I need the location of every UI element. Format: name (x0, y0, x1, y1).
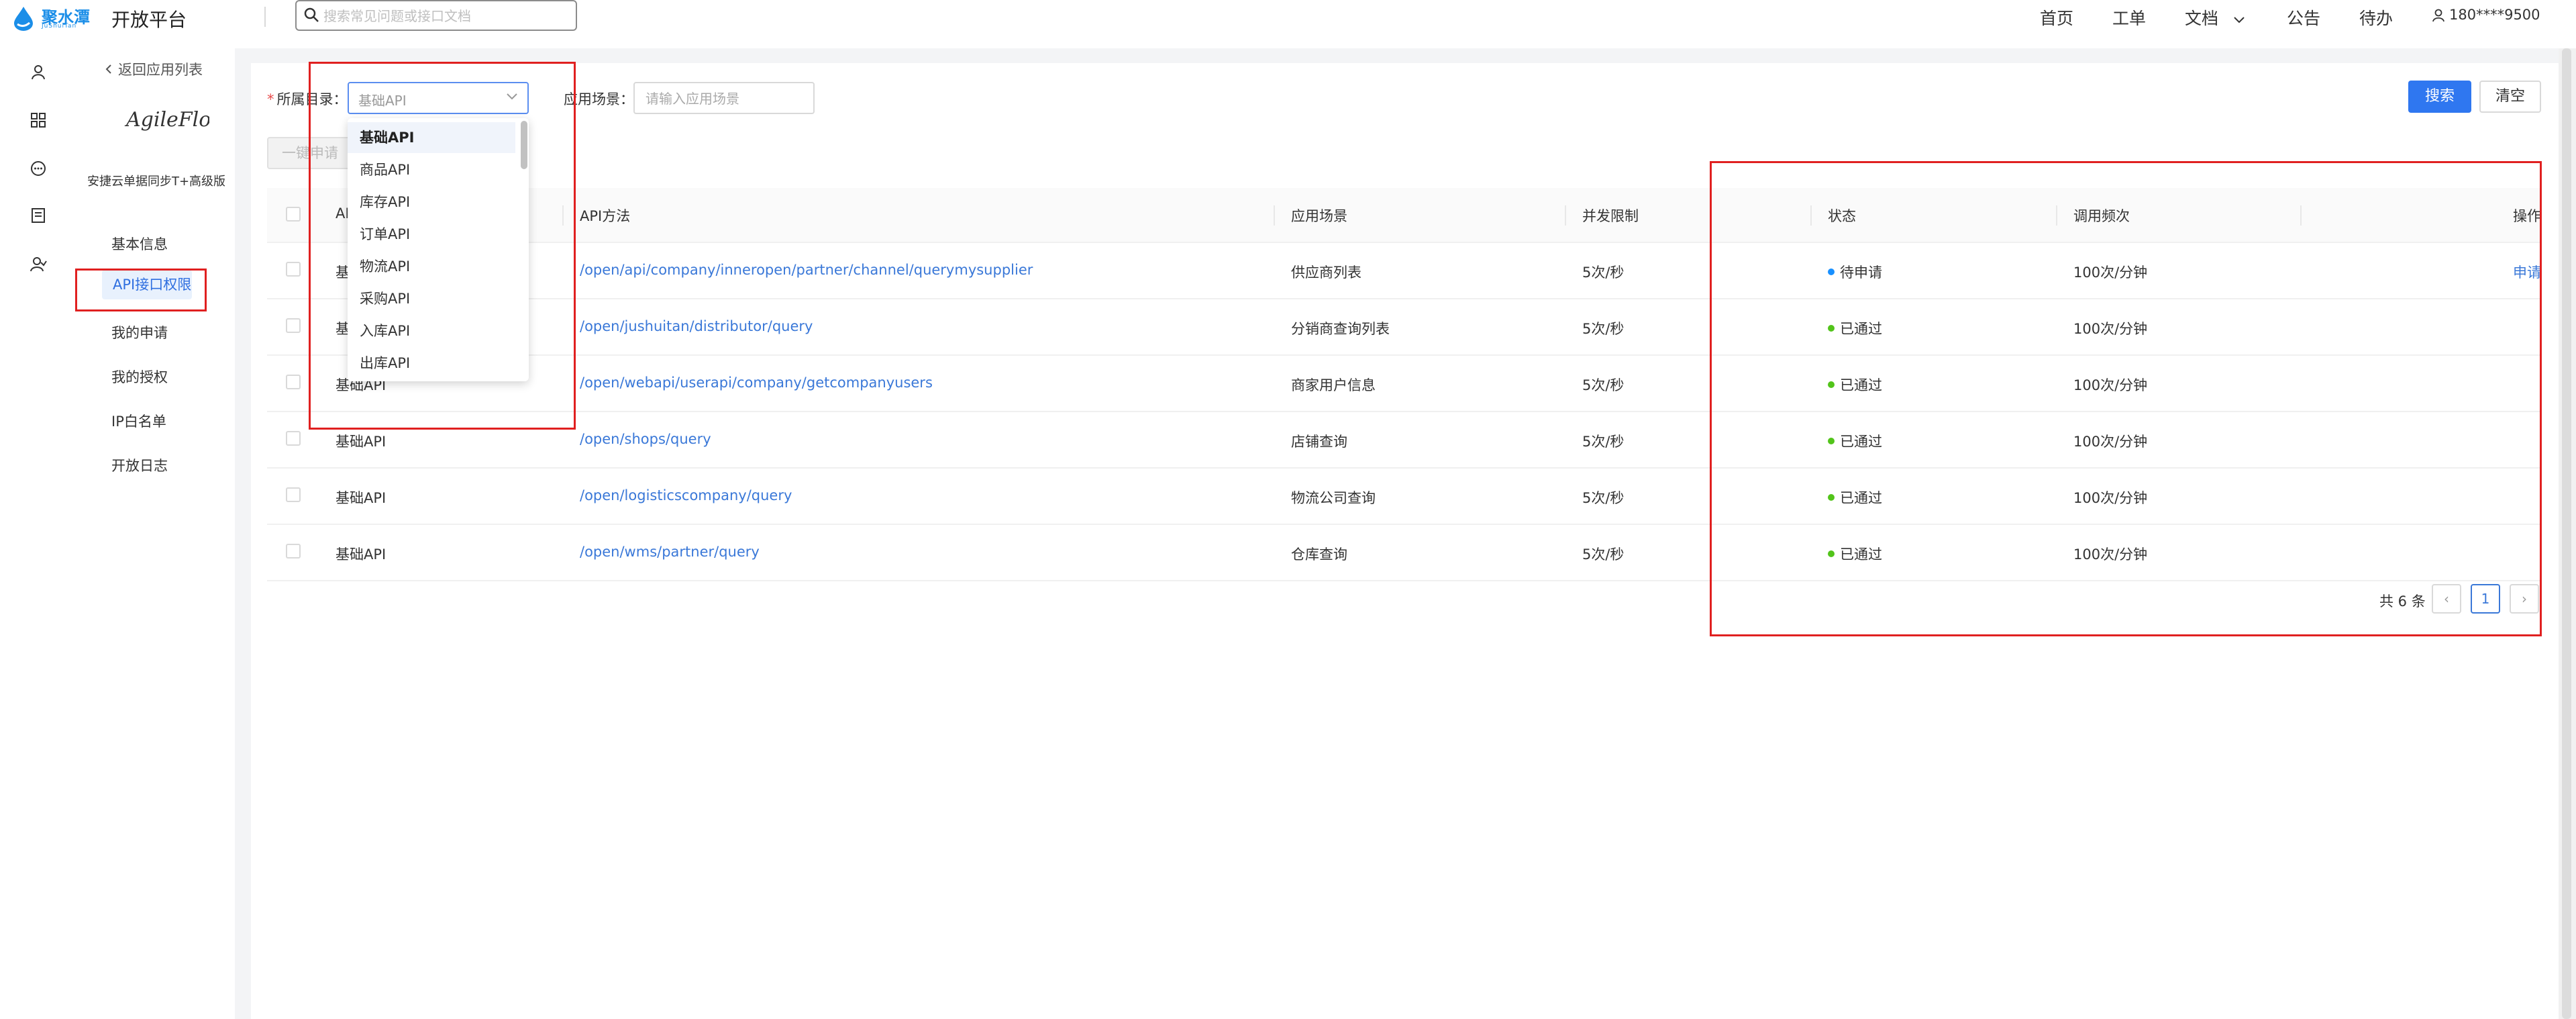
cell-limit: 5次/秒 (1582, 434, 1625, 450)
page-scrollbar[interactable] (2559, 48, 2576, 1019)
cell-method-link[interactable]: /open/shops/query (580, 431, 711, 447)
search-icon (304, 7, 319, 22)
water-drop-icon (14, 7, 33, 31)
row-checkbox[interactable] (286, 375, 301, 389)
content-gutter (235, 48, 251, 1019)
nav-workorder[interactable]: 工单 (2112, 5, 2146, 30)
annotation-box-dropdown (309, 62, 576, 430)
cell-scene: 分销商查询列表 (1291, 321, 1390, 337)
user-account[interactable]: 180****9500 (2432, 7, 2540, 23)
back-to-app-list[interactable]: 返回应用列表 (105, 59, 203, 79)
row-checkbox[interactable] (286, 487, 301, 502)
app-logo: AgileFlow (124, 108, 209, 132)
global-search-input[interactable] (322, 5, 566, 27)
cell-category: 基础API (336, 490, 387, 506)
user-icon[interactable] (30, 63, 47, 81)
cell-scene: 供应商列表 (1291, 264, 1361, 281)
row-checkbox[interactable] (286, 318, 301, 333)
clear-button[interactable]: 清空 (2479, 81, 2541, 113)
cell-method-link[interactable]: /open/api/company/inneropen/partner/chan… (580, 262, 1033, 278)
scene-input-box[interactable] (633, 82, 815, 114)
cell-category: 基础API (336, 434, 387, 450)
grid-icon[interactable] (30, 111, 47, 129)
cell-method-link[interactable]: /open/wms/partner/query (580, 544, 760, 560)
col-method: API方法 (580, 208, 631, 224)
cell-scene: 物流公司查询 (1291, 490, 1376, 506)
nav-todo[interactable]: 待办 (2359, 5, 2393, 30)
cell-method-link[interactable]: /open/jushuitan/distributor/query (580, 318, 813, 334)
cell-method-link[interactable]: /open/webapi/userapi/company/getcompanyu… (580, 375, 933, 391)
nav-docs-label: 文档 (2185, 9, 2219, 28)
cell-limit: 5次/秒 (1582, 321, 1625, 337)
app-logo-text: AgileFlow (124, 108, 209, 132)
app-name: 安捷云单据同步T+高级版 (87, 175, 226, 189)
row-checkbox[interactable] (286, 431, 301, 446)
col-limit: 并发限制 (1582, 208, 1639, 224)
document-icon[interactable] (30, 207, 47, 224)
col-scene: 应用场景 (1291, 208, 1347, 224)
platform-title: 开放平台 (111, 9, 187, 31)
cell-limit: 5次/秒 (1582, 546, 1625, 563)
sidebar-item-my-applications[interactable]: 我的申请 (111, 322, 168, 342)
cell-limit: 5次/秒 (1582, 490, 1625, 506)
back-link-label: 返回应用列表 (118, 62, 203, 78)
icon-rail (0, 48, 78, 1019)
logo-subtext: JuShuiTan (42, 23, 77, 30)
nav-docs[interactable]: 文档 (2185, 5, 2245, 30)
top-header: 聚水潭 JuShuiTan 开放平台 首页 工单 文档 公告 待办 180***… (0, 0, 2576, 48)
page-scrollbar-thumb[interactable] (2562, 48, 2571, 1019)
sidebar-item-my-authorizations[interactable]: 我的授权 (111, 367, 168, 387)
user-icon (2432, 9, 2444, 22)
app-sidebar: 返回应用列表 AgileFlow 安捷云单据同步T+高级版 基本信息 API接口… (78, 48, 235, 1019)
sidebar-item-open-logs[interactable]: 开放日志 (111, 455, 168, 475)
search-button[interactable]: 搜索 (2408, 81, 2471, 113)
cell-scene: 商家用户信息 (1291, 377, 1376, 393)
cell-method-link[interactable]: /open/logisticscompany/query (580, 487, 792, 503)
column-divider (1565, 205, 1566, 226)
header-divider (264, 7, 266, 27)
required-mark: * (267, 91, 274, 107)
chat-icon[interactable] (30, 160, 47, 177)
nav-home[interactable]: 首页 (2040, 5, 2073, 30)
cell-category: 基础API (336, 546, 387, 563)
row-checkbox[interactable] (286, 544, 301, 559)
row-checkbox[interactable] (286, 262, 301, 277)
content-top-band (235, 48, 2559, 63)
sidebar-item-basic-info[interactable]: 基本信息 (111, 234, 168, 254)
select-all-checkbox[interactable] (286, 207, 301, 222)
cell-limit: 5次/秒 (1582, 377, 1625, 393)
sidebar-item-ip-whitelist[interactable]: IP白名单 (111, 411, 166, 431)
chevron-down-icon (2234, 17, 2245, 23)
cell-scene: 仓库查询 (1291, 546, 1347, 563)
column-divider (1274, 205, 1275, 226)
cell-limit: 5次/秒 (1582, 264, 1625, 281)
chevron-left-icon (105, 64, 111, 74)
user-phone: 180****9500 (2449, 7, 2540, 23)
global-search[interactable] (295, 0, 577, 31)
annotation-box-status-area (1710, 161, 2542, 636)
annotation-box-sidebar (75, 269, 207, 311)
scene-input[interactable] (644, 89, 808, 109)
people-icon[interactable] (30, 255, 47, 273)
nav-announcement[interactable]: 公告 (2287, 5, 2320, 30)
brand-logo[interactable]: 聚水潭 JuShuiTan (12, 3, 93, 34)
cell-scene: 店铺查询 (1291, 434, 1347, 450)
